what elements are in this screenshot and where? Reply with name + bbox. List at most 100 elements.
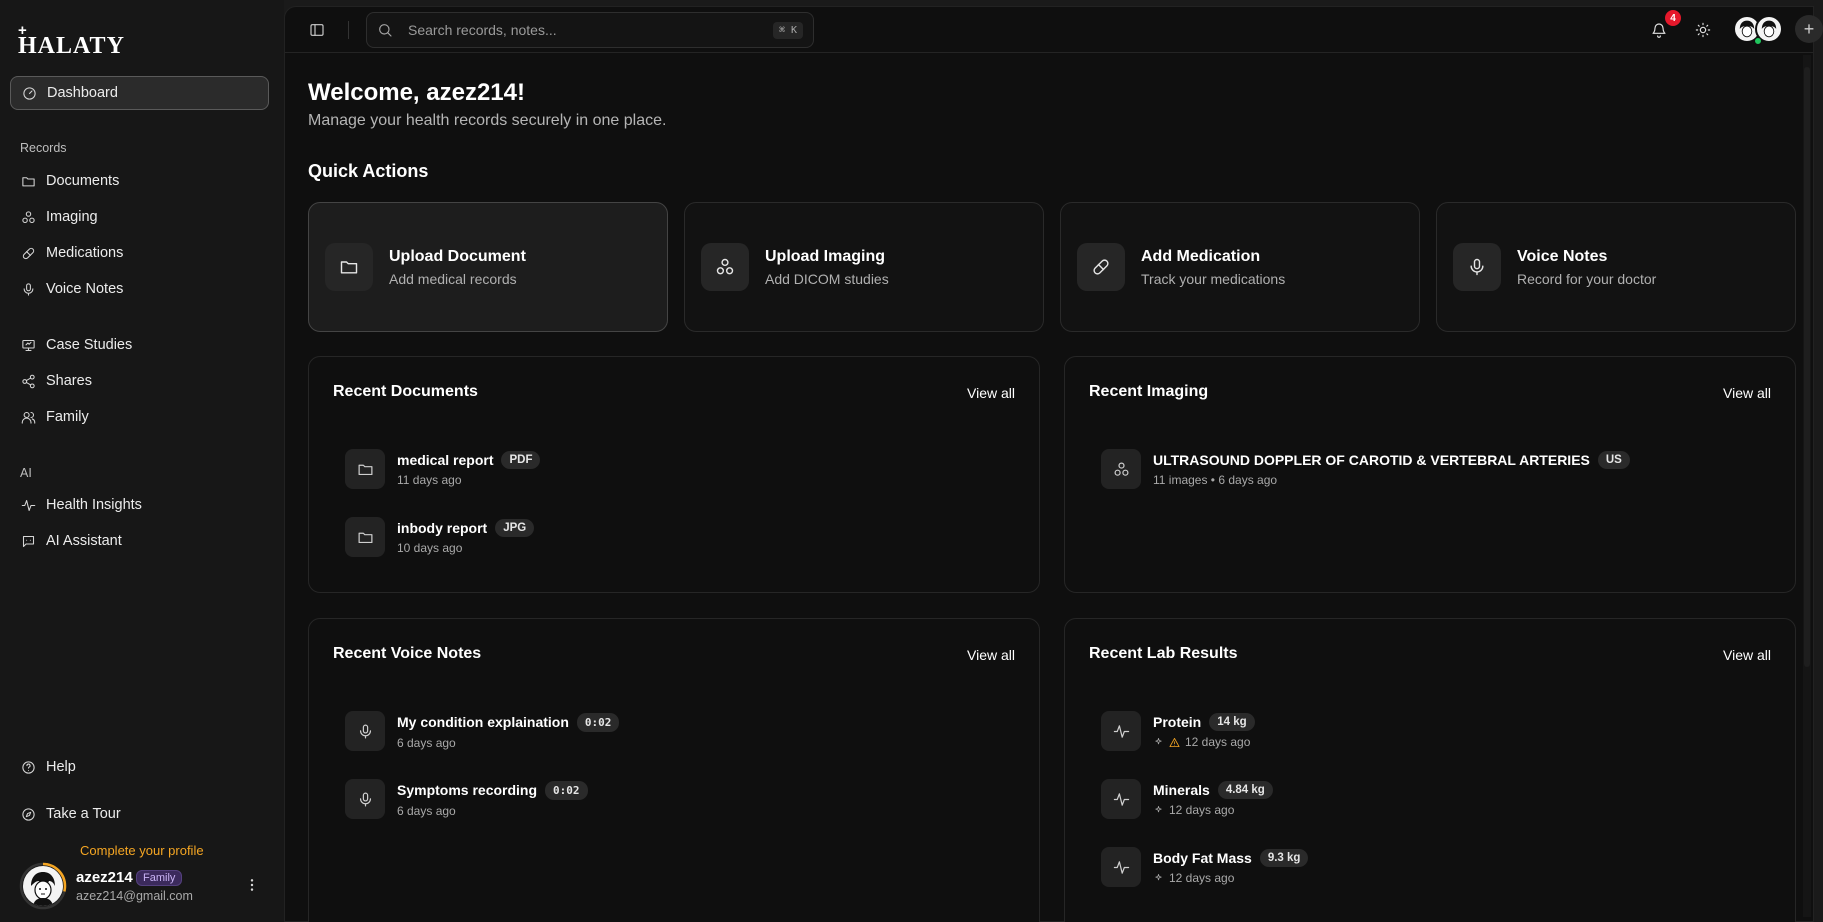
recent-imaging-panel: Recent Imaging View all ULTRASOUND DOPPL… xyxy=(1064,356,1796,593)
imaging-row[interactable]: ULTRASOUND DOPPLER OF CAROTID & VERTEBRA… xyxy=(1101,449,1630,489)
folder-icon xyxy=(340,261,358,274)
document-row[interactable]: inbody report JPG 10 days ago xyxy=(345,517,535,557)
panel-title: Recent Imaging xyxy=(1089,383,1209,400)
document-time: 11 days ago xyxy=(397,473,462,487)
voice-note-time: 6 days ago xyxy=(397,803,456,818)
chat-bot-icon xyxy=(22,535,35,547)
sidebar-item-help[interactable]: Help xyxy=(10,750,269,784)
scrollbar-thumb[interactable] xyxy=(1804,67,1810,667)
users-icon xyxy=(21,411,36,424)
duration-chip: 0:02 xyxy=(545,780,588,800)
sidebar-item-case-studies[interactable]: Case Studies xyxy=(10,328,269,362)
theme-toggle-sun-icon[interactable] xyxy=(1695,22,1711,38)
sparkles-icon xyxy=(1155,737,1162,744)
document-name: inbody report xyxy=(397,520,488,536)
quick-action-upload-imaging[interactable]: Upload Imaging Add DICOM studies xyxy=(684,202,1044,332)
sidebar-item-label: Take a Tour xyxy=(46,806,121,822)
mic-icon xyxy=(359,724,371,738)
sidebar-item-label: Family xyxy=(46,409,89,425)
lab-value-chip: 4.84 kg xyxy=(1217,781,1273,799)
view-all-lab-results-link[interactable]: View all xyxy=(1723,647,1771,663)
help-circle-icon xyxy=(22,760,35,774)
lab-result-row[interactable]: Body Fat Mass 9.3 kg 12 days ago xyxy=(1101,847,1309,887)
divider xyxy=(348,21,349,39)
voice-note-row[interactable]: My condition explaination 0:02 6 days ag… xyxy=(345,711,620,751)
sidebar-item-label: Shares xyxy=(46,373,92,389)
sparkles-icon xyxy=(1155,873,1162,880)
radiation-icon xyxy=(22,210,35,223)
view-all-documents-link[interactable]: View all xyxy=(967,385,1015,401)
mic-icon xyxy=(1470,258,1484,276)
sidebar-item-dashboard[interactable]: Dashboard xyxy=(10,76,269,110)
lab-test-name: Protein xyxy=(1153,714,1202,730)
user-avatar[interactable] xyxy=(19,862,67,910)
share-icon xyxy=(22,374,35,388)
pill-icon xyxy=(1093,259,1109,275)
voice-note-row[interactable]: Symptoms recording 0:02 6 days ago xyxy=(345,779,588,819)
search-shortcut: ⌘ K xyxy=(772,21,803,39)
lab-test-name: Minerals xyxy=(1153,782,1210,798)
notification-count-badge: 4 xyxy=(1665,10,1681,26)
more-vertical-icon[interactable] xyxy=(244,877,260,893)
folder-icon xyxy=(358,464,372,475)
section-records-label: Records xyxy=(20,141,67,155)
sidebar-item-documents[interactable]: Documents xyxy=(10,164,269,198)
plan-badge: Family xyxy=(136,870,183,886)
online-status-dot xyxy=(1754,37,1762,45)
activity-icon xyxy=(1113,792,1129,806)
lab-result-row[interactable]: Minerals 4.84 kg 12 days ago xyxy=(1101,779,1273,819)
sidebar-item-take-a-tour[interactable]: Take a Tour xyxy=(10,797,269,831)
sidebar-item-shares[interactable]: Shares xyxy=(10,364,269,398)
panel-title: Recent Lab Results xyxy=(1089,645,1238,662)
row-icon-box xyxy=(1101,847,1141,887)
bell-icon[interactable] xyxy=(1651,22,1667,38)
recent-lab-results-panel: Recent Lab Results View all Protein 14 k… xyxy=(1064,618,1796,922)
logo-text: HALATY xyxy=(18,33,125,59)
view-all-imaging-link[interactable]: View all xyxy=(1723,385,1771,401)
lab-result-row[interactable]: Protein 14 kg 12 days ago xyxy=(1101,711,1255,751)
main-content: Search records, notes... ⌘ K 4 + Welcome… xyxy=(284,6,1823,922)
search-input[interactable]: Search records, notes... ⌘ K xyxy=(366,12,814,48)
mic-icon xyxy=(23,282,34,296)
document-name: medical report xyxy=(397,452,494,468)
sidebar-item-label: Help xyxy=(46,759,76,775)
sidebar-item-health-insights[interactable]: Health Insights xyxy=(10,488,269,522)
document-row[interactable]: medical report PDF 11 days ago xyxy=(345,449,541,489)
sidebar-item-label: Dashboard xyxy=(47,85,118,101)
lab-value-chip: 14 kg xyxy=(1209,713,1255,731)
sidebar-item-label: Health Insights xyxy=(46,497,142,513)
sidebar-item-ai-assistant[interactable]: AI Assistant xyxy=(10,524,269,558)
sidebar-item-family[interactable]: Family xyxy=(10,400,269,434)
sidebar-item-label: Documents xyxy=(46,173,120,189)
quick-action-voice-notes[interactable]: Voice Notes Record for your doctor xyxy=(1436,202,1796,332)
sidebar-item-medications[interactable]: Medications xyxy=(10,236,269,270)
row-icon-box xyxy=(345,779,385,819)
radiation-icon xyxy=(1114,462,1128,476)
qa-label: Upload Document xyxy=(389,247,526,265)
sidebar-item-voice-notes[interactable]: Voice Notes xyxy=(10,272,269,306)
row-icon-box xyxy=(1101,449,1141,489)
folder-icon xyxy=(358,532,372,543)
brand-logo[interactable]: + HALATY xyxy=(18,23,125,59)
imaging-meta: 11 images • 6 days ago xyxy=(1153,473,1278,487)
qa-icon-box xyxy=(701,243,749,291)
voice-note-name: Symptoms recording xyxy=(397,782,538,798)
sidebar-toggle-icon[interactable] xyxy=(309,22,325,38)
quick-actions-title: Quick Actions xyxy=(308,161,429,181)
sparkles-icon xyxy=(1155,805,1162,812)
quick-action-upload-document[interactable]: Upload Document Add medical records xyxy=(308,202,668,332)
sidebar-item-label: Case Studies xyxy=(46,337,133,353)
complete-profile-link[interactable]: Complete your profile xyxy=(80,843,204,858)
sidebar-item-imaging[interactable]: Imaging xyxy=(10,200,269,234)
quick-action-add-medication[interactable]: Add Medication Track your medications xyxy=(1060,202,1420,332)
row-icon-box xyxy=(1101,711,1141,751)
radiation-icon xyxy=(716,258,734,275)
qa-description: Add medical records xyxy=(389,270,517,287)
view-all-voice-notes-link[interactable]: View all xyxy=(967,647,1015,663)
sidebar-item-label: Imaging xyxy=(46,209,98,225)
avatar-illustration xyxy=(23,866,63,906)
warning-triangle-icon xyxy=(1169,737,1180,747)
add-account-button[interactable]: + xyxy=(1795,15,1823,43)
lab-time: 12 days ago xyxy=(1169,803,1235,817)
activity-icon xyxy=(1113,724,1129,738)
